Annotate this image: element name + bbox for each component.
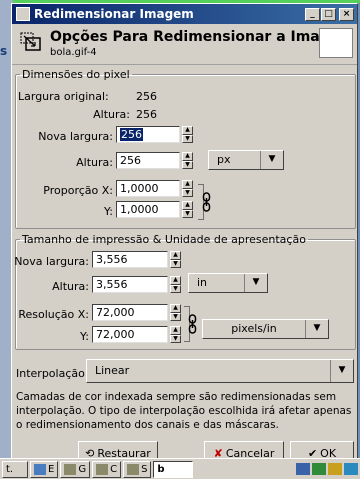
volume-icon[interactable]	[328, 463, 342, 475]
system-tray	[296, 463, 360, 475]
chain-link-icon	[202, 192, 211, 212]
taskbar-item-3[interactable]: C	[92, 460, 122, 478]
print-unit-value: in	[197, 276, 208, 289]
spin-down-icon[interactable]: ▼	[170, 284, 181, 293]
scale-image-dialog: Redimensionar Imagem _ □ × Opções Para R…	[11, 3, 358, 479]
minimize-button[interactable]: _	[305, 7, 320, 21]
original-width-label: Largura original:	[18, 90, 109, 103]
dialog-header: Opções Para Redimensionar a Imagem bola.…	[12, 24, 357, 65]
pixel-dimensions-legend: Dimensões do pixel	[22, 68, 130, 81]
new-width-spinner[interactable]: 256 ▲ ▼	[116, 126, 193, 143]
resolution-y-label: Y:	[80, 330, 89, 343]
print-unit-select[interactable]: in ▼	[188, 273, 268, 293]
new-width-input[interactable]: 256	[116, 126, 180, 143]
chevron-down-icon[interactable]: ▼	[260, 151, 283, 169]
taskbar-item-5[interactable]: b	[153, 460, 194, 478]
resolution-unit-value: pixels/in	[231, 322, 277, 335]
taskbar: t. E G C S b	[0, 458, 360, 479]
taskbar-item-1[interactable]: E	[30, 460, 59, 478]
print-width-spinner[interactable]: 3,556 ▲ ▼	[92, 251, 181, 268]
resolution-y-input[interactable]: 72,000	[92, 326, 168, 343]
print-width-label: Nova largura:	[14, 255, 89, 268]
resolution-y-spinner[interactable]: 72,000 ▲ ▼	[92, 326, 181, 343]
print-size-legend: Tamanho de impressão & Unidade de aprese…	[22, 233, 306, 246]
scale-image-icon	[20, 32, 41, 51]
ratio-y-label: Y:	[104, 205, 113, 218]
original-height-value: 256	[136, 108, 157, 121]
spin-down-icon[interactable]: ▼	[182, 160, 193, 169]
dialog-title: Opções Para Redimensionar a Imagem	[50, 29, 354, 45]
spin-up-icon[interactable]: ▲	[182, 180, 193, 189]
window-icon	[16, 7, 30, 21]
interpolation-select[interactable]: Linear ▼	[86, 359, 354, 383]
resolution-x-label: Resolução X:	[18, 308, 89, 321]
taskbar-item-0[interactable]: t.	[2, 460, 28, 478]
original-width-value: 256	[136, 90, 157, 103]
height-spinner[interactable]: 256 ▲ ▼	[116, 152, 193, 169]
spin-up-icon[interactable]: ▲	[170, 251, 181, 260]
image-preview	[319, 28, 353, 58]
title-bar: Redimensionar Imagem _ □ ×	[12, 4, 357, 24]
spin-down-icon[interactable]: ▼	[170, 334, 181, 343]
spin-up-icon[interactable]: ▲	[170, 326, 181, 335]
new-width-label: Nova largura:	[38, 130, 113, 143]
window-title: Redimensionar Imagem	[34, 7, 194, 21]
ratio-chain-toggle[interactable]	[198, 184, 216, 220]
close-button[interactable]: ×	[339, 7, 354, 21]
resolution-x-spinner[interactable]: 72,000 ▲ ▼	[92, 304, 181, 321]
print-height-input[interactable]: 3,556	[92, 276, 168, 293]
pixel-unit-select[interactable]: px ▼	[208, 150, 284, 170]
network-icon[interactable]	[296, 463, 310, 475]
height-input[interactable]: 256	[116, 152, 180, 169]
app-icon	[34, 463, 46, 475]
maximize-button[interactable]: □	[321, 7, 336, 21]
resolution-unit-select[interactable]: pixels/in ▼	[202, 319, 329, 339]
spin-up-icon[interactable]: ▲	[170, 276, 181, 285]
spin-down-icon[interactable]: ▼	[182, 134, 193, 143]
ratio-x-spinner[interactable]: 1,0000 ▲ ▼	[116, 180, 193, 197]
interpolation-label: Interpolação:	[16, 367, 89, 380]
spin-up-icon[interactable]: ▲	[182, 201, 193, 210]
height-label: Altura:	[76, 156, 113, 169]
ratio-x-label: Proporção X:	[43, 184, 113, 197]
spin-down-icon[interactable]: ▼	[182, 188, 193, 197]
ratio-y-spinner[interactable]: 1,0000 ▲ ▼	[116, 201, 193, 218]
ratio-x-input[interactable]: 1,0000	[116, 180, 180, 197]
chevron-down-icon[interactable]: ▼	[330, 360, 353, 382]
print-height-label: Altura:	[52, 280, 89, 293]
spin-down-icon[interactable]: ▼	[170, 259, 181, 268]
ratio-y-input[interactable]: 1,0000	[116, 201, 180, 218]
print-height-spinner[interactable]: 3,556 ▲ ▼	[92, 276, 181, 293]
display-icon[interactable]	[312, 463, 326, 475]
gimp-icon	[127, 463, 140, 475]
taskbar-item-4[interactable]: S	[123, 460, 152, 478]
chevron-down-icon[interactable]: ▼	[305, 320, 328, 338]
chevron-down-icon[interactable]: ▼	[244, 274, 267, 292]
spin-up-icon[interactable]: ▲	[182, 126, 193, 135]
spin-down-icon[interactable]: ▼	[182, 209, 193, 218]
interpolation-value: Linear	[95, 364, 130, 377]
spin-up-icon[interactable]: ▲	[170, 304, 181, 313]
taskbar-item-2[interactable]: G	[60, 460, 91, 478]
spin-up-icon[interactable]: ▲	[182, 152, 193, 161]
pixel-unit-value: px	[217, 153, 231, 166]
resolution-x-input[interactable]: 72,000	[92, 304, 168, 321]
chain-link-icon	[188, 314, 197, 334]
original-height-label: Altura:	[93, 108, 130, 121]
spin-down-icon[interactable]: ▼	[170, 312, 181, 321]
resolution-chain-toggle[interactable]	[184, 306, 202, 342]
gimp-icon	[96, 463, 109, 475]
image-name: bola.gif-4	[50, 47, 97, 58]
gimp-icon	[64, 463, 77, 475]
print-width-input[interactable]: 3,556	[92, 251, 168, 268]
interpolation-note: Camadas de cor indexada sempre são redim…	[16, 391, 352, 431]
tray-app-icon[interactable]	[344, 463, 358, 475]
